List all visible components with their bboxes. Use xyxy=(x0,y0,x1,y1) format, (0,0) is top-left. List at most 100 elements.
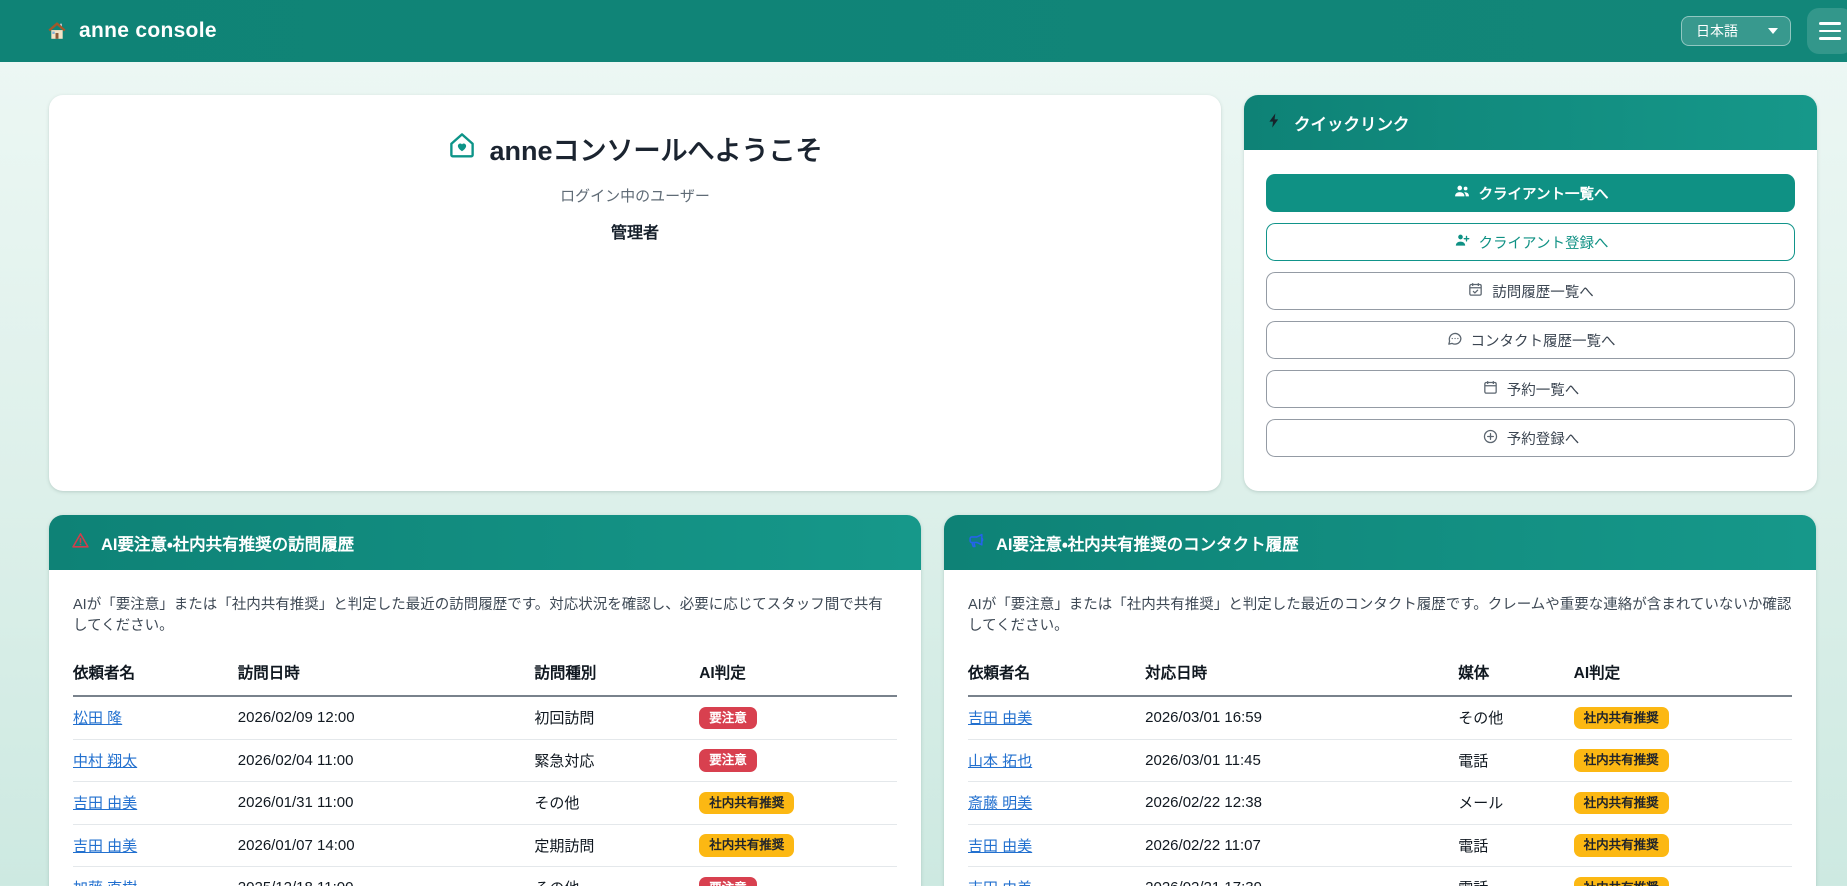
app-header: anne console 日本語 xyxy=(0,0,1847,62)
contact-panel-description: AIが「要注意」または「社内共有推奨」と判定した最近のコンタクト履歴です。クレー… xyxy=(968,597,1792,635)
client-name-link[interactable]: 加藤 直樹 xyxy=(73,880,137,886)
table-row: 加藤 直樹 2025/12/18 11:00 その他 要注意 xyxy=(73,866,897,886)
contact-panel-title: AI要注意・社内共有推奨のコンタクト履歴 xyxy=(996,535,1299,554)
client-name-link[interactable]: 吉田 由美 xyxy=(968,838,1032,855)
type-cell: メール xyxy=(1458,781,1574,825)
ai-judgment-badge: 社内共有推奨 xyxy=(699,791,795,815)
plus-circle-icon xyxy=(1482,428,1499,449)
type-cell: 電話 xyxy=(1458,824,1574,868)
table-row: 松田 隆 2026/02/09 12:00 初回訪問 要注意 xyxy=(73,696,897,740)
table-row: 吉田 由美 2026/03/01 16:59 その他 社内共有推奨 xyxy=(968,696,1792,740)
language-selector-value: 日本語 xyxy=(1696,23,1738,39)
ai-judgment-badge: 要注意 xyxy=(699,749,757,772)
logged-in-label: ログイン中のユーザー xyxy=(560,188,710,205)
app-logo: anne console xyxy=(46,19,217,43)
ai-judgment-badge: 要注意 xyxy=(699,706,757,730)
contact-history-panel: AI要注意・社内共有推奨のコンタクト履歴 AIが「要注意」または「社内共有推奨」… xyxy=(944,515,1816,886)
ai-judgment-badge: 社内共有推奨 xyxy=(1573,791,1669,815)
datetime-cell: 2026/03/01 16:59 xyxy=(1145,696,1459,740)
visit-panel-title: AI要注意・社内共有推奨の訪問履歴 xyxy=(101,535,355,554)
client-name-link[interactable]: 吉田 由美 xyxy=(73,838,137,855)
datetime-cell: 2026/02/22 11:07 xyxy=(1145,824,1459,868)
reservations-list-button[interactable]: 予約一覧へ xyxy=(1266,370,1795,408)
megaphone-icon xyxy=(966,531,985,555)
visit-history-table: 依頼者名 訪問日時 訪問種別 AI判定 松田 隆 2026/02/09 12:0… xyxy=(73,653,897,886)
type-cell: 緊急対応 xyxy=(534,739,700,783)
calendar-icon xyxy=(1482,379,1499,400)
ai-judgment-badge: 社内共有推奨 xyxy=(1573,876,1669,886)
ai-judgment-badge: 社内共有推奨 xyxy=(1573,834,1669,857)
visit-panel-header: AI要注意・社内共有推奨の訪問履歴 xyxy=(49,515,921,570)
page-title: anneコンソールへようこそ xyxy=(447,129,823,168)
datetime-cell: 2026/02/21 17:39 xyxy=(1145,866,1459,886)
client-name-link[interactable]: 吉田 由美 xyxy=(968,710,1032,727)
visit-history-list-button[interactable]: 訪問履歴一覧へ xyxy=(1266,272,1795,310)
calendar-check-icon xyxy=(1467,281,1484,302)
type-cell: その他 xyxy=(534,781,700,825)
house-logo-icon xyxy=(46,20,68,42)
type-cell: 電話 xyxy=(1458,866,1574,886)
client-name-link[interactable]: 吉田 由美 xyxy=(968,880,1032,886)
datetime-cell: 2025/12/18 11:00 xyxy=(237,866,535,886)
column-header-ai-judgment: AI判定 xyxy=(1573,653,1792,698)
datetime-cell: 2026/02/09 12:00 xyxy=(237,696,535,740)
people-icon xyxy=(1453,182,1471,204)
hamburger-menu-button[interactable] xyxy=(1807,8,1847,54)
chevron-down-icon xyxy=(1768,28,1778,34)
table-header-row: 依頼者名 訪問日時 訪問種別 AI判定 xyxy=(73,653,897,698)
language-selector[interactable]: 日本語 xyxy=(1681,16,1791,46)
column-header-visit-datetime: 訪問日時 xyxy=(237,653,535,698)
type-cell: 定期訪問 xyxy=(534,824,700,868)
type-cell: 電話 xyxy=(1458,739,1574,783)
quick-links-panel: クイックリンク クライアント一覧へ クライアント登録へ 訪問履歴一覧へ コンタク… xyxy=(1244,95,1817,491)
ai-judgment-badge: 社内共有推奨 xyxy=(1573,749,1669,772)
ai-judgment-badge: 社内共有推奨 xyxy=(1573,706,1669,730)
column-header-medium: 媒体 xyxy=(1458,653,1574,698)
table-row: 吉田 由美 2026/02/21 17:39 電話 社内共有推奨 xyxy=(968,866,1792,886)
table-row: 斎藤 明美 2026/02/22 12:38 メール 社内共有推奨 xyxy=(968,781,1792,825)
logged-in-user-name: 管理者 xyxy=(610,225,659,242)
type-cell: その他 xyxy=(534,866,700,886)
client-name-link[interactable]: 松田 隆 xyxy=(73,710,122,727)
type-cell: 初回訪問 xyxy=(534,696,700,740)
table-header-row: 依頼者名 対応日時 媒体 AI判定 xyxy=(968,653,1792,698)
quick-links-header: クイックリンク xyxy=(1244,95,1817,150)
ai-judgment-badge: 社内共有推奨 xyxy=(699,834,795,857)
app-title: anne console xyxy=(79,19,217,42)
person-plus-icon xyxy=(1453,231,1471,253)
table-row: 中村 翔太 2026/02/04 11:00 緊急対応 要注意 xyxy=(73,739,897,783)
client-name-link[interactable]: 中村 翔太 xyxy=(73,753,137,770)
column-header-client-name: 依頼者名 xyxy=(968,653,1146,698)
datetime-cell: 2026/02/04 11:00 xyxy=(237,739,535,783)
table-row: 山本 拓也 2026/03/01 11:45 電話 社内共有推奨 xyxy=(968,739,1792,783)
table-row: 吉田 由美 2026/01/07 14:00 定期訪問 社内共有推奨 xyxy=(73,824,897,868)
column-header-visit-type: 訪問種別 xyxy=(534,653,700,698)
client-name-link[interactable]: 斎藤 明美 xyxy=(968,795,1032,812)
welcome-card: anneコンソールへようこそ ログイン中のユーザー 管理者 xyxy=(49,95,1221,491)
contact-history-list-button[interactable]: コンタクト履歴一覧へ xyxy=(1266,321,1795,359)
ai-judgment-badge: 要注意 xyxy=(699,876,757,886)
table-row: 吉田 由美 2026/02/22 11:07 電話 社内共有推奨 xyxy=(968,824,1792,868)
column-header-ai-judgment: AI判定 xyxy=(699,653,897,698)
contact-history-table: 依頼者名 対応日時 媒体 AI判定 吉田 由美 2026/03/01 16:59… xyxy=(968,653,1792,886)
house-heart-icon xyxy=(447,130,477,167)
type-cell: その他 xyxy=(1458,696,1574,740)
client-name-link[interactable]: 山本 拓也 xyxy=(968,753,1032,770)
column-header-client-name: 依頼者名 xyxy=(73,653,238,698)
datetime-cell: 2026/01/07 14:00 xyxy=(237,824,535,868)
lightning-icon xyxy=(1266,112,1283,134)
chat-dots-icon xyxy=(1446,330,1463,351)
visit-panel-description: AIが「要注意」または「社内共有推奨」と判定した最近の訪問履歴です。対応状況を確… xyxy=(73,597,883,635)
client-name-link[interactable]: 吉田 由美 xyxy=(73,795,137,812)
column-header-response-datetime: 対応日時 xyxy=(1145,653,1459,698)
visit-history-panel: AI要注意・社内共有推奨の訪問履歴 AIが「要注意」または「社内共有推奨」と判定… xyxy=(49,515,921,886)
warning-triangle-icon xyxy=(71,531,90,555)
quick-links-title: クイックリンク xyxy=(1294,115,1410,134)
table-row: 吉田 由美 2026/01/31 11:00 その他 社内共有推奨 xyxy=(73,781,897,825)
reservation-register-button[interactable]: 予約登録へ xyxy=(1266,419,1795,457)
datetime-cell: 2026/01/31 11:00 xyxy=(237,781,535,825)
client-register-button[interactable]: クライアント登録へ xyxy=(1266,223,1795,261)
datetime-cell: 2026/02/22 12:38 xyxy=(1145,781,1459,825)
hamburger-icon xyxy=(1819,22,1841,25)
clients-list-button[interactable]: クライアント一覧へ xyxy=(1266,174,1795,212)
